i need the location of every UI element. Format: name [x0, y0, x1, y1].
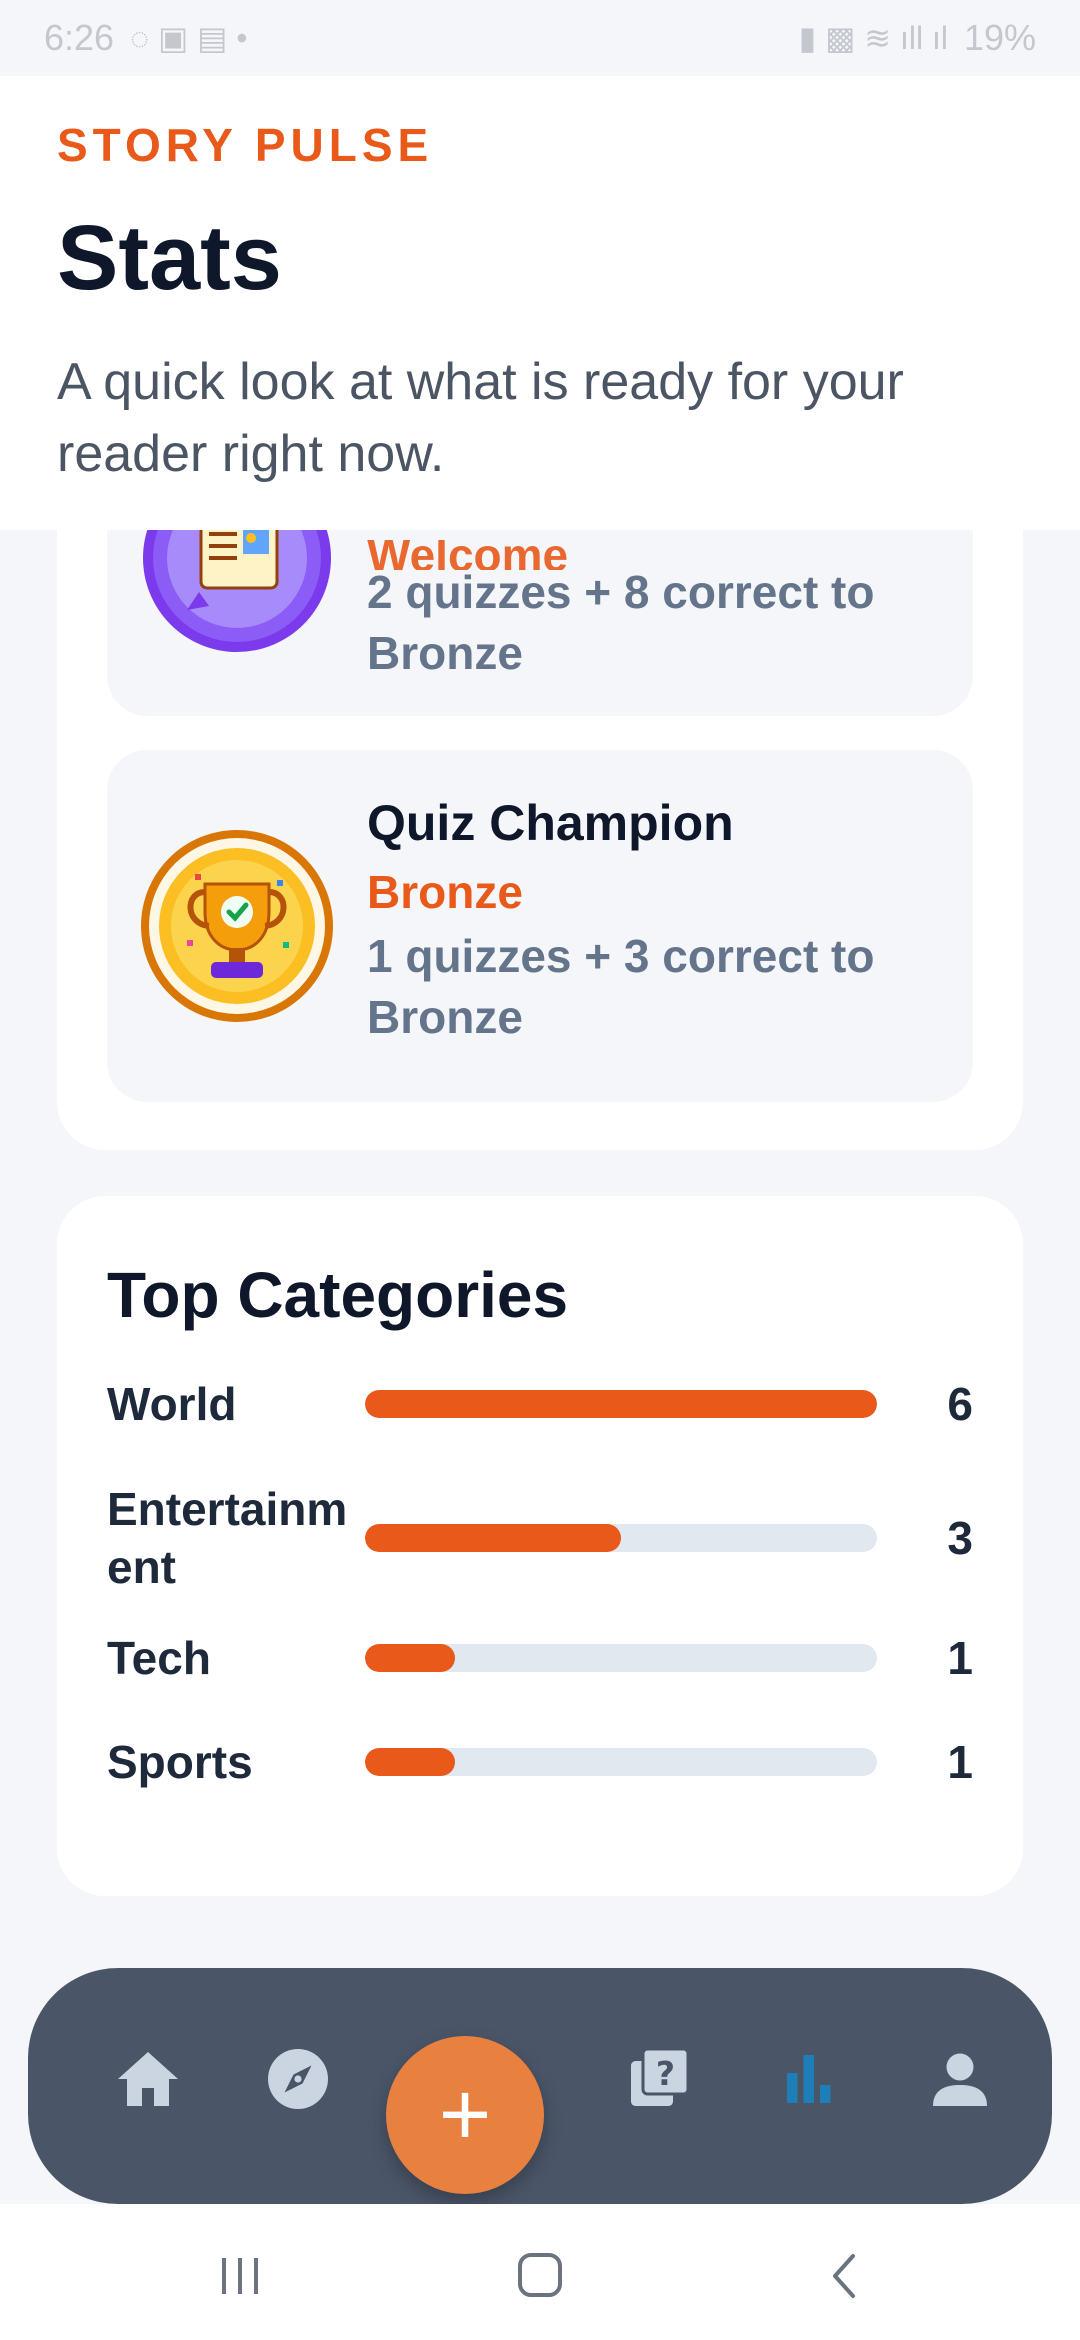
newspaper-badge-icon [139, 530, 335, 656]
achievement-item[interactable]: Quiz Champion Bronze 1 quizzes + 3 corre… [107, 750, 973, 1102]
system-home-icon[interactable] [510, 2248, 570, 2304]
category-bar-track [365, 1644, 877, 1672]
brand-label: STORY PULSE [57, 119, 434, 171]
recents-icon[interactable] [210, 2248, 270, 2304]
category-count: 1 [947, 1736, 973, 1788]
achievement-name: Quiz Champion [367, 795, 734, 851]
category-count: 3 [947, 1512, 973, 1564]
achievement-progress: 1 quizzes + 3 correct to Bronze [367, 930, 875, 1043]
add-button[interactable]: + [386, 2036, 544, 2194]
category-bar-track [365, 1390, 877, 1418]
achievement-item[interactable]: Welcome 2 quizzes + 8 correct to Bronze [107, 530, 973, 716]
quiz-icon[interactable]: ? [603, 2024, 713, 2134]
page-header: STORY PULSE Stats A quick look at what i… [0, 76, 1080, 530]
category-row: Sports 1 [107, 1732, 973, 1792]
category-row: Tech 1 [107, 1628, 973, 1688]
category-bar-fill [365, 1524, 621, 1552]
category-label: Tech [107, 1632, 211, 1684]
category-label: Entertainment [107, 1483, 348, 1593]
category-row: World 6 [107, 1374, 973, 1434]
back-icon[interactable] [815, 2248, 875, 2304]
page-title: Stats [57, 207, 282, 309]
stats-scroll-area[interactable]: Welcome 2 quizzes + 8 correct to Bronze [0, 530, 1080, 1980]
stats-icon[interactable] [753, 2024, 863, 2134]
achievement-progress: 2 quizzes + 8 correct to Bronze [367, 566, 875, 679]
home-icon[interactable] [93, 2024, 203, 2134]
battery-level: 19% [963, 17, 1036, 58]
svg-text:?: ? [656, 2054, 675, 2093]
category-row: Entertainment 3 [107, 1478, 973, 1598]
notification-icon: ◌ ▣ ▤ • [130, 20, 248, 56]
system-navigation-bar [0, 2204, 1080, 2340]
achievements-card: Welcome 2 quizzes + 8 correct to Bronze [57, 530, 1023, 1150]
category-bar-track [365, 1748, 877, 1776]
category-bar-fill [365, 1644, 455, 1672]
profile-icon[interactable] [905, 2024, 1015, 2134]
add-icon: + [438, 2065, 492, 2165]
explore-icon[interactable] [243, 2024, 353, 2134]
category-count: 1 [947, 1632, 973, 1684]
trophy-badge-icon [139, 828, 335, 1024]
bottom-navigation: + ? [28, 1968, 1052, 2204]
category-count: 6 [947, 1378, 973, 1430]
achievement-tier: Bronze [367, 866, 523, 918]
category-bar-fill [365, 1390, 877, 1418]
category-bar-fill [365, 1748, 455, 1776]
category-label: World [107, 1378, 237, 1430]
status-bar: 6:26 ◌ ▣ ▤ • ▮ ▩ ≋ ıll ıl 19% [0, 0, 1080, 76]
category-label: Sports [107, 1736, 253, 1788]
signal-icon: ▮ ▩ ≋ ıll ıl [798, 20, 948, 56]
section-title: Top Categories [107, 1259, 569, 1331]
top-categories-card: Top Categories World 6 Entertainment 3 T… [57, 1196, 1023, 1896]
status-time: 6:26 [44, 17, 115, 58]
category-bar-track [365, 1524, 877, 1552]
page-subtitle: A quick look at what is ready for your r… [57, 353, 904, 483]
